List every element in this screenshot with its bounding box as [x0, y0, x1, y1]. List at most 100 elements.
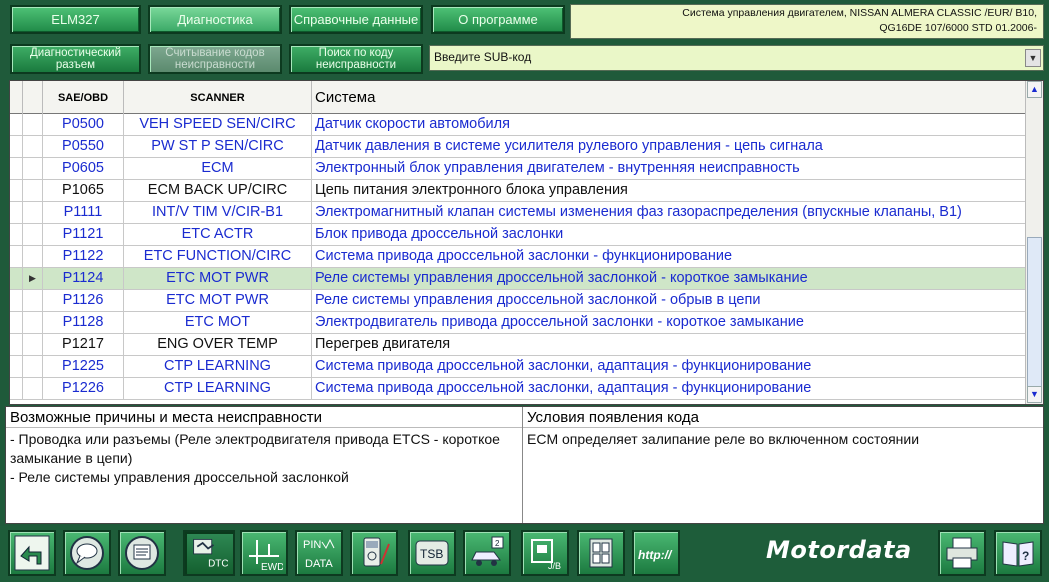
- diagnostics-button[interactable]: Диагностика: [148, 5, 282, 34]
- table-row[interactable]: P0550 PW ST P SEN/CIRC Датчик давления в с…: [10, 136, 1027, 158]
- http-label: http://: [638, 548, 673, 562]
- scanner-code: ETC MOT PWR: [124, 268, 312, 290]
- scanner-code: ECM BACK UP/CIRC: [124, 180, 312, 202]
- table-row[interactable]: P1126 ETC MOT PWR Реле системы управления …: [10, 290, 1027, 312]
- scanner-code: INT/V TIM V/CIR-B1: [124, 202, 312, 224]
- header-sae-obd[interactable]: SAE/OBD: [43, 81, 124, 114]
- multimeter-icon: [363, 537, 390, 567]
- dtc-button[interactable]: DTC: [183, 530, 235, 576]
- sae-obd-code: P1122: [43, 246, 124, 268]
- search-by-code-button[interactable]: Поиск по коду неисправности: [289, 44, 423, 74]
- multimeter-button[interactable]: [350, 530, 398, 576]
- sae-obd-code: P1217: [43, 334, 124, 356]
- ewd-icon: EWD: [249, 540, 283, 572]
- about-button[interactable]: О программе: [431, 5, 565, 34]
- scanner-code: ENG OVER TEMP: [124, 334, 312, 356]
- header-scanner[interactable]: SCANNER: [124, 81, 312, 114]
- causes-pane: Возможные причины и места неисправности …: [6, 407, 523, 523]
- causes-title: Возможные причины и места неисправности: [6, 409, 522, 428]
- dtc-icon: DTC: [193, 538, 228, 570]
- table-row[interactable]: P1226 CTP LEARNING Система привода дроссел…: [10, 378, 1027, 400]
- header-system[interactable]: Система: [312, 81, 1027, 114]
- table-row[interactable]: P1128 ETC MOT Электродвигатель привода дро…: [10, 312, 1027, 334]
- table-row[interactable]: P1065 ECM BACK UP/CIRC Цепь питания электр…: [10, 180, 1027, 202]
- pin-data-icon: PIN DATA: [303, 538, 335, 570]
- row-spacer: [10, 312, 23, 334]
- table-row[interactable]: P1121 ETC ACTR Блок привода дроссельной за…: [10, 224, 1027, 246]
- chevron-down-icon[interactable]: ▼: [1025, 49, 1041, 67]
- row-marker: [23, 136, 43, 158]
- chat-button[interactable]: [63, 530, 111, 576]
- scroll-thumb[interactable]: [1027, 237, 1042, 395]
- sae-obd-code: P1065: [43, 180, 124, 202]
- tsb-icon: TSB: [415, 540, 449, 566]
- row-spacer: [10, 334, 23, 356]
- system-description: Блок привода дроссельной заслонки: [312, 224, 1027, 246]
- row-marker: [23, 114, 43, 136]
- pin-label: PIN: [303, 539, 321, 551]
- table-row[interactable]: P0605 ECM Электронный блок управления двиг…: [10, 158, 1027, 180]
- row-spacer: [10, 158, 23, 180]
- row-marker: [23, 378, 43, 400]
- pin-data-button[interactable]: PIN DATA: [295, 530, 343, 576]
- scroll-down-icon[interactable]: ▼: [1027, 386, 1042, 403]
- system-description: Перегрев двигателя: [312, 334, 1027, 356]
- web-button[interactable]: http://: [632, 530, 680, 576]
- scanner-code: ETC ACTR: [124, 224, 312, 246]
- row-marker: [23, 180, 43, 202]
- back-button[interactable]: [8, 530, 56, 576]
- reference-data-button[interactable]: Справочные данные: [289, 5, 423, 34]
- sae-obd-code: P1124: [43, 268, 124, 290]
- ewd-button[interactable]: EWD: [240, 530, 288, 576]
- row-spacer: [10, 268, 23, 290]
- system-description: Реле системы управления дроссельной засл…: [312, 268, 1027, 290]
- vertical-scrollbar[interactable]: ▲ ▼: [1025, 81, 1043, 404]
- system-description: Цепь питания электронного блока управлен…: [312, 180, 1027, 202]
- diagnostic-connector-button[interactable]: Диагностический разъем: [10, 44, 141, 74]
- junction-box-button[interactable]: J/B: [521, 530, 569, 576]
- row-spacer: [10, 356, 23, 378]
- back-icon: [14, 535, 50, 571]
- sae-obd-code: P0605: [43, 158, 124, 180]
- table-row[interactable]: P1122 ETC FUNCTION/CIRC Система привода др…: [10, 246, 1027, 268]
- help-button[interactable]: ?: [994, 530, 1042, 576]
- table-row[interactable]: P1225 CTP LEARNING Система привода дроссел…: [10, 356, 1027, 378]
- conditions-text: ECM определяет залипание реле во включен…: [527, 431, 920, 447]
- scanner-code: ETC FUNCTION/CIRC: [124, 246, 312, 268]
- chat-icon: [70, 536, 104, 570]
- details-panel: Возможные причины и места неисправности …: [5, 406, 1044, 524]
- system-description: Датчик скорости автомобиля: [312, 114, 1027, 136]
- row-marker: [23, 224, 43, 246]
- car-repair-button[interactable]: 2: [463, 530, 511, 576]
- conditions-title: Условия появления кода: [523, 409, 1043, 428]
- scanner-code: CTP LEARNING: [124, 378, 312, 400]
- scanner-code: PW ST P SEN/CIRC: [124, 136, 312, 158]
- causes-text-2: - Реле системы управления дроссельной за…: [10, 469, 349, 485]
- elm327-button[interactable]: ELM327: [10, 5, 141, 34]
- row-spacer: [10, 290, 23, 312]
- print-button[interactable]: [938, 530, 986, 576]
- sae-obd-code: P0500: [43, 114, 124, 136]
- system-description: Система привода дроссельной заслонки, ад…: [312, 378, 1027, 400]
- row-marker: [23, 290, 43, 312]
- row-spacer: [10, 136, 23, 158]
- table-header: SAE/OBD SCANNER Система: [10, 81, 1027, 114]
- scanner-code: VEH SPEED SEN/CIRC: [124, 114, 312, 136]
- table-row[interactable]: P1217 ENG OVER TEMP Перегрев двигателя: [10, 334, 1027, 356]
- row-spacer: [10, 378, 23, 400]
- read-codes-button: Считывание кодов неисправности: [148, 44, 282, 74]
- table-row[interactable]: P0500 VEH SPEED SEN/CIRC Датчик скорости а…: [10, 114, 1027, 136]
- fuse-grid-button[interactable]: [577, 530, 625, 576]
- dtc-label: DTC: [208, 559, 228, 570]
- http-icon: http://: [638, 548, 673, 562]
- bottom-toolbar: DTC EWD PIN DATA TSB 2 J/B http:// Motord…: [0, 526, 1049, 582]
- dtc-table[interactable]: SAE/OBD SCANNER Система P0500 VEH SPEED S…: [9, 80, 1044, 405]
- ewd-label: EWD: [261, 562, 283, 572]
- car-repair-icon: 2: [471, 536, 504, 566]
- sub-code-select[interactable]: Введите SUB-код ▼: [429, 45, 1044, 71]
- scroll-up-icon[interactable]: ▲: [1027, 81, 1042, 98]
- table-row[interactable]: P1111 INT/V TIM V/CIR-B1 Электромагнитный …: [10, 202, 1027, 224]
- notes-button[interactable]: [118, 530, 166, 576]
- table-row[interactable]: ▶ P1124 ETC MOT PWR Реле системы управления…: [10, 268, 1027, 290]
- tsb-button[interactable]: TSB: [408, 530, 456, 576]
